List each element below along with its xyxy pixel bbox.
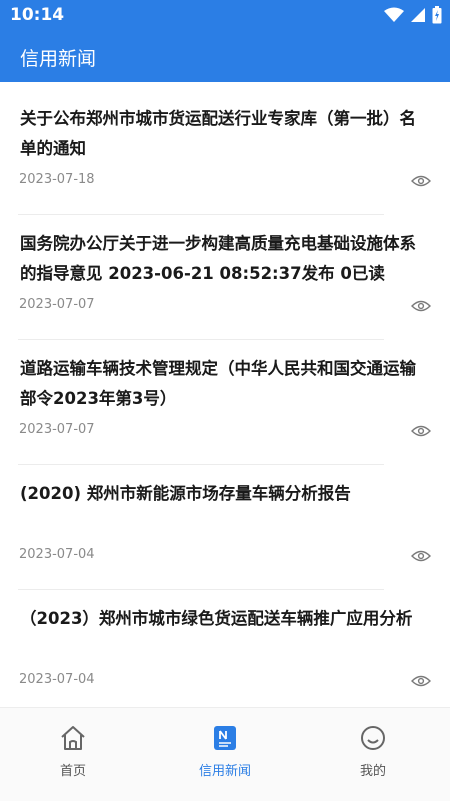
- news-title: 道路运输车辆技术管理规定（中华人民共和国交通运输部令2023年第3号）: [20, 359, 416, 408]
- eye-icon: [411, 550, 431, 562]
- eye-icon: [411, 175, 431, 187]
- tab-mine[interactable]: 我的: [318, 724, 428, 779]
- home-icon: [61, 726, 85, 750]
- news-icon: [214, 726, 236, 750]
- page-title: 信用新闻: [20, 48, 97, 70]
- news-date: 2023-07-04: [19, 672, 95, 687]
- smile-icon: [361, 726, 385, 750]
- news-date: 2023-07-18: [19, 172, 95, 187]
- tab-label: 首页: [59, 764, 86, 779]
- eye-icon: [411, 675, 431, 687]
- battery-icon: [432, 6, 442, 24]
- tab-home[interactable]: 首页: [18, 724, 128, 779]
- news-date: 2023-07-07: [19, 297, 95, 312]
- status-time: 10:14: [10, 5, 65, 25]
- news-title: 国务院办公厅关于进一步构建高质量充电基础设施体系的指导意见 2023-06-21…: [20, 234, 416, 283]
- status-icons: [384, 6, 442, 24]
- tab-news[interactable]: 信用新闻: [170, 724, 280, 779]
- news-item[interactable]: 国务院办公厅关于进一步构建高质量充电基础设施体系的指导意见 2023-06-21…: [0, 215, 450, 340]
- news-date: 2023-07-04: [19, 547, 95, 562]
- status-bar: 10:14: [0, 0, 450, 32]
- signal-icon: [411, 8, 425, 22]
- news-title: （2023）郑州市城市绿色货运配送车辆推广应用分析: [20, 609, 413, 628]
- tab-label: 我的: [359, 764, 386, 779]
- news-item[interactable]: （2023）郑州市城市绿色货运配送车辆推广应用分析 2023-07-04: [0, 590, 450, 715]
- news-item[interactable]: 道路运输车辆技术管理规定（中华人民共和国交通运输部令2023年第3号） 2023…: [0, 340, 450, 465]
- wifi-icon: [384, 7, 404, 22]
- news-item[interactable]: 关于公布郑州市城市货运配送行业专家库（第一批）名单的通知 2023-07-18: [0, 90, 450, 215]
- eye-icon: [411, 300, 431, 312]
- news-title: 关于公布郑州市城市货运配送行业专家库（第一批）名单的通知: [20, 109, 416, 158]
- news-date: 2023-07-07: [19, 422, 95, 437]
- bottom-tab-bar: 首页 信用新闻 我的: [0, 707, 450, 801]
- app-bar: 信用新闻: [0, 32, 450, 82]
- eye-icon: [411, 425, 431, 437]
- tab-label: 信用新闻: [198, 764, 251, 779]
- news-title: (2020) 郑州市新能源市场存量车辆分析报告: [20, 484, 351, 503]
- news-item[interactable]: (2020) 郑州市新能源市场存量车辆分析报告 2023-07-04: [0, 465, 450, 590]
